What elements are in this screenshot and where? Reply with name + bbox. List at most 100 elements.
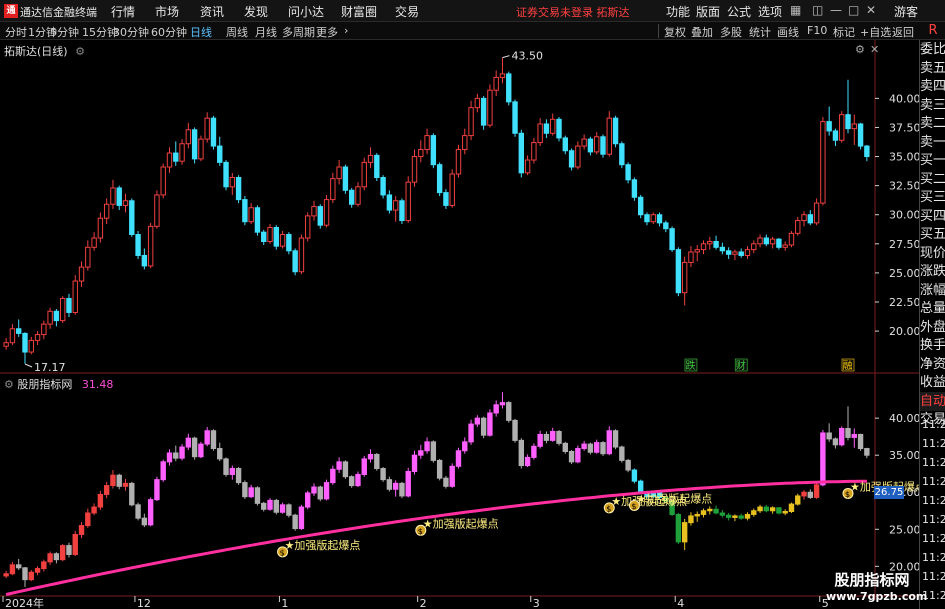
sub-candle-body [738,515,744,519]
sub-candle-body [499,402,506,406]
candle-body [631,179,638,198]
toolbar-separator [658,24,659,38]
menu-item-formula[interactable]: 公式 [727,3,751,20]
tool-mark[interactable]: 标记 [833,24,855,40]
trend-line [5,479,867,596]
sub-candle-body [556,430,562,444]
candle-body [16,328,22,334]
side-item-8[interactable]: 买二 [920,170,945,189]
tool-add-watchlist[interactable]: +自选 [860,24,891,40]
side-item-16[interactable]: 外盘 [920,318,945,337]
side-item-18[interactable]: 净资 [920,355,945,374]
side-item-17[interactable]: 换手 [920,336,945,355]
sub-candle-body [374,453,380,470]
sub-candle-body [292,514,298,530]
menu-item-market[interactable]: 行情 [111,3,135,20]
guest-user[interactable]: 游客 [894,3,918,20]
sub-candle-body [147,499,154,526]
watermark-url: www.7gpzb.com [826,590,928,603]
menu-item-options[interactable]: 选项 [758,3,782,20]
period-7[interactable]: 周线 [226,24,248,40]
more-chevron-icon[interactable]: › [344,24,348,37]
menu-item-discover[interactable]: 发现 [244,3,268,20]
menu-grid-icon[interactable]: ▦ [790,3,801,17]
candle-body [367,154,374,163]
side-item-6[interactable]: 卖一 [920,133,945,152]
candle-body [298,237,305,273]
side-item-12[interactable]: 现价 [920,244,945,263]
tool-draw-line[interactable]: 画线 [777,24,799,40]
side-item-9[interactable]: 买三 [920,188,945,207]
sub-candle-body [386,479,393,490]
menu-item-news[interactable]: 资讯 [200,3,224,20]
price-annotation: 43.50 [511,50,543,63]
window-maximize-icon[interactable]: □ [848,3,859,17]
sub-candle-body [430,441,437,461]
candle-body [53,310,60,322]
window-restore-icon[interactable]: ◫ [812,3,823,17]
side-item-20[interactable]: 自动 [920,391,945,411]
tool-overlay[interactable]: 叠加 [691,24,713,40]
menu-item-layout[interactable]: 版面 [696,3,720,20]
window-minimize-icon[interactable]: — [830,3,842,17]
candle-body [619,143,625,166]
panel-close-icon[interactable]: ✕ [870,43,879,56]
tool-f10[interactable]: F10 [807,24,827,37]
side-item-2[interactable]: 卖五 [920,59,945,78]
candle-body [399,200,405,222]
side-item-4[interactable]: 卖三 [920,96,945,115]
sub-candle-body [543,433,550,441]
side-item-11[interactable]: 买五 [920,225,945,244]
candle-body [248,207,254,223]
tool-statistics[interactable]: 统计 [749,24,771,40]
candle-body [801,214,807,222]
panel-settings-icon[interactable]: ⚙ [855,43,865,56]
sub-candle-body [405,470,411,497]
quote-side-panel: R 委比 卖五 卖四 卖三 卖二 卖一 买一 买二 买三 买四 买五 现价 涨跌 涨幅 总量 外盘 换手 净资 收益自… [919,23,945,609]
candle-body [612,117,619,145]
side-item-13[interactable]: 涨跌 [920,262,945,281]
side-item-19[interactable]: 收益 [920,373,945,392]
side-item-3[interactable]: 卖四 [920,77,945,96]
tool-fuquan[interactable]: 复权 [664,24,686,40]
period-8[interactable]: 月线 [255,24,277,40]
period-4[interactable]: 30分钟 [113,24,149,40]
candle-body [66,298,72,313]
menu-item-trade[interactable]: 交易 [395,3,419,20]
side-item-1[interactable]: 委比 [920,40,945,59]
sub-gear-icon[interactable]: ⚙ [4,378,14,391]
settings-icon[interactable]: ⚙ [75,45,85,58]
menu-item-ask[interactable]: 问小达 [288,3,324,20]
period-9[interactable]: 多周期 [282,24,315,40]
candle-body [506,73,512,103]
candle-body [474,97,481,109]
menu-item-function[interactable]: 功能 [666,3,690,20]
candle-body [336,166,342,180]
side-item-7[interactable]: 买一 [920,151,945,170]
y-tick-label: 32.50 [889,180,919,193]
side-item-15[interactable]: 总量 [920,299,945,318]
side-item-10[interactable]: 买四 [920,207,945,226]
sub-y-tick-label: 25.00 [889,523,919,536]
x-tick-label: 3 [533,597,540,609]
side-item-0[interactable]: R [920,21,945,40]
period-0[interactable]: 分时 [5,24,27,40]
side-item-5[interactable]: 卖二 [920,114,945,133]
window-close-icon[interactable]: ✕ [866,3,876,17]
sub-candle-body [110,474,116,487]
candle-body [91,237,97,248]
period-10[interactable]: 更多 [316,24,338,40]
period-6[interactable]: 日线 [190,24,212,40]
menu-item-markets[interactable]: 市场 [155,3,179,20]
candle-body [185,129,192,145]
tool-back[interactable]: 返回 [892,24,914,40]
period-2[interactable]: 5分钟 [50,24,79,40]
login-warning[interactable]: 证券交易未登录 拓斯达 [516,4,630,20]
tool-multi-stock[interactable]: 多股 [720,24,742,40]
sub-candle-body [681,522,688,543]
period-5[interactable]: 60分钟 [151,24,187,40]
watermark-title: 股朋指标网 [834,571,910,589]
side-item-14[interactable]: 涨幅 [920,281,945,300]
menu-item-wealth[interactable]: 财富圈 [341,3,377,20]
kline-chart[interactable]: 20.00 22.50 25.00 27.50 30.00 32.50 35.00 37.50… [0,40,919,609]
